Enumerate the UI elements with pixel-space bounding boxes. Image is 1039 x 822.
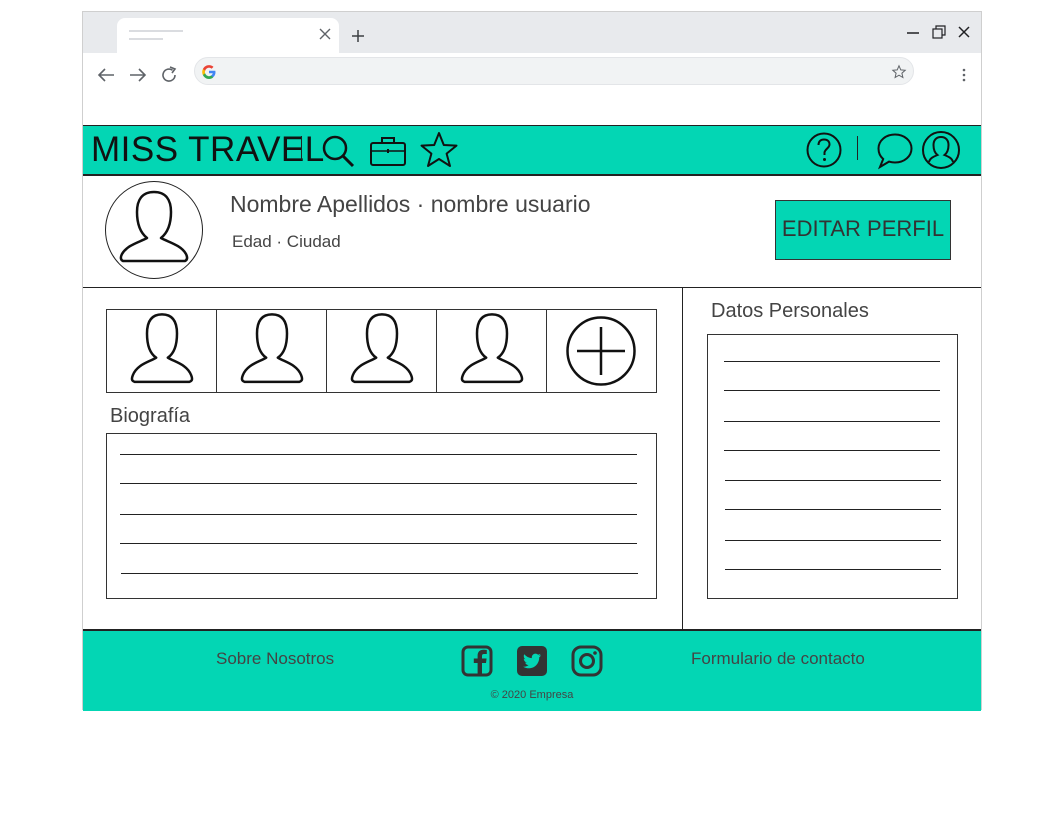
search-icon[interactable] <box>320 133 356 169</box>
star-icon[interactable] <box>419 131 459 169</box>
contact-form-link[interactable]: Formulario de contacto <box>691 649 865 669</box>
header-divider <box>301 136 302 160</box>
tab-title-placeholder <box>129 38 163 40</box>
browser-window: MISS TRAVEL Nombre Apellidos · nombre us… <box>82 11 982 711</box>
text-line <box>725 509 941 510</box>
side-column: Datos Personales <box>683 288 981 629</box>
bio-title: Biografía <box>110 405 191 427</box>
new-tab-icon[interactable] <box>347 25 369 47</box>
header-divider <box>857 136 858 160</box>
user-silhouette-icon <box>130 313 194 384</box>
brand-title[interactable]: MISS TRAVEL <box>91 128 325 172</box>
facebook-icon[interactable] <box>461 645 493 677</box>
user-silhouette-icon <box>460 313 524 384</box>
text-line <box>120 483 637 484</box>
edit-profile-button[interactable]: EDITAR PERFIL <box>775 200 951 260</box>
close-tab-icon[interactable] <box>317 26 333 42</box>
text-line <box>724 421 940 422</box>
text-line <box>724 390 940 391</box>
chat-icon[interactable] <box>876 132 914 170</box>
bookmark-star-icon[interactable] <box>891 64 907 80</box>
photo-slot[interactable] <box>217 310 327 392</box>
footer: Sobre Nosotros Formulario de contacto © … <box>83 629 981 711</box>
photo-gallery <box>106 309 657 393</box>
browser-tab[interactable] <box>117 18 339 53</box>
minimize-icon[interactable] <box>905 24 921 40</box>
browser-toolbar <box>83 53 981 95</box>
main-column: Biografía <box>83 288 683 629</box>
profile-meta: Edad · Ciudad <box>232 232 341 251</box>
text-line <box>120 454 637 455</box>
tab-strip <box>83 12 981 53</box>
close-window-icon[interactable] <box>956 24 972 40</box>
profile-name: Nombre Apellidos · nombre usuario <box>230 191 591 217</box>
copyright: © 2020 Empresa <box>490 689 574 701</box>
plus-circle-icon <box>566 316 636 386</box>
text-line <box>725 540 941 541</box>
address-bar[interactable] <box>194 57 914 85</box>
about-link[interactable]: Sobre Nosotros <box>216 649 334 669</box>
text-line <box>725 569 941 570</box>
photo-slot[interactable] <box>107 310 217 392</box>
text-line <box>120 543 637 544</box>
add-photo-button[interactable] <box>547 310 656 392</box>
google-icon <box>202 65 216 79</box>
reload-icon[interactable] <box>158 64 180 86</box>
briefcase-icon[interactable] <box>369 133 407 169</box>
restore-icon[interactable] <box>931 24 947 40</box>
forward-icon[interactable] <box>127 64 149 86</box>
tab-title-placeholder <box>129 30 183 32</box>
user-silhouette-icon <box>350 313 414 384</box>
browser-menu-icon[interactable] <box>961 66 967 84</box>
help-icon[interactable] <box>805 131 843 169</box>
personal-data-box[interactable] <box>707 334 958 599</box>
back-icon[interactable] <box>95 64 117 86</box>
app-header: MISS TRAVEL <box>83 125 981 176</box>
text-line <box>724 450 940 451</box>
text-line <box>121 573 638 574</box>
personal-data-title: Datos Personales <box>711 300 869 322</box>
bio-textbox[interactable] <box>106 433 657 599</box>
profile-header: Nombre Apellidos · nombre usuario Edad ·… <box>83 175 981 288</box>
instagram-icon[interactable] <box>571 645 603 677</box>
photo-slot[interactable] <box>437 310 547 392</box>
user-icon[interactable] <box>921 130 961 170</box>
text-line <box>120 514 637 515</box>
user-silhouette-icon <box>119 190 189 263</box>
photo-slot[interactable] <box>327 310 437 392</box>
avatar[interactable] <box>105 181 203 279</box>
user-silhouette-icon <box>240 313 304 384</box>
text-line <box>725 480 941 481</box>
twitter-icon[interactable] <box>516 645 548 677</box>
text-line <box>724 361 940 362</box>
